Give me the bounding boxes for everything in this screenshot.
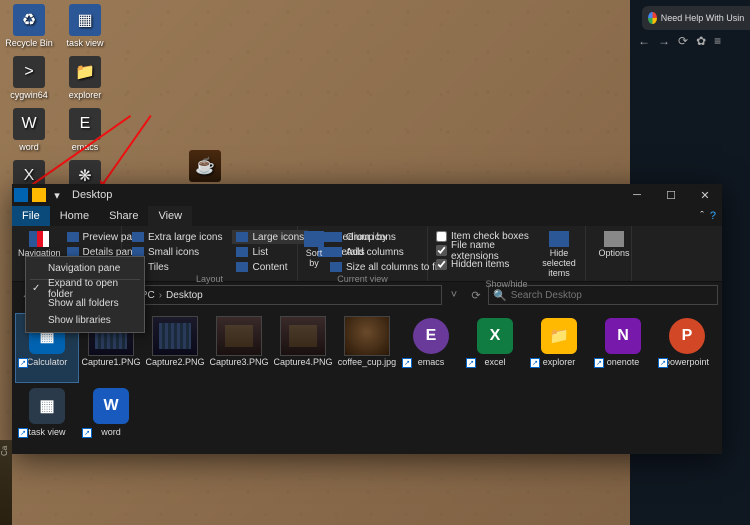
chrome-toolbar: ← → ⟳ ✿ ≡ <box>632 30 750 52</box>
hidden-items-toggle[interactable]: Hidden items <box>434 258 537 271</box>
minimize-button[interactable]: ─ <box>620 184 654 206</box>
file-item-label: emacs <box>418 358 445 368</box>
shortcut-overlay-icon: ↗ <box>18 358 28 368</box>
file-item-label: excel <box>484 358 505 368</box>
desktop-icon[interactable]: 📁 explorer <box>60 56 110 100</box>
titlebar[interactable]: ▾ Desktop ─ ☐ ✕ <box>12 184 722 206</box>
file-item-label: Capture3.PNG <box>209 358 268 368</box>
file-item[interactable]: W↗word <box>80 384 142 452</box>
shortcut-overlay-icon: ↗ <box>594 358 604 368</box>
file-item-label: explorer <box>543 358 576 368</box>
file-item-label: task view <box>28 428 65 438</box>
window-edge-left: Ca <box>0 440 12 525</box>
file-item[interactable]: 📁↗explorer <box>528 314 590 382</box>
ribbon-group-label: Layout <box>128 274 291 284</box>
desktop-icon[interactable]: > cygwin64 <box>4 56 54 100</box>
sort-by-button[interactable]: Sort by <box>304 228 324 274</box>
maximize-button[interactable]: ☐ <box>654 184 688 206</box>
file-item-label: coffee_cup.jpg <box>338 358 396 368</box>
hide-selected-button[interactable]: Hide selected items <box>539 228 579 279</box>
file-item[interactable]: N↗onenote <box>592 314 654 382</box>
layout-xl-icons[interactable]: Extra large icons <box>128 230 226 244</box>
ribbon-group-label: Current view <box>304 274 421 284</box>
dropdown-icon[interactable]: ˅ <box>444 289 464 301</box>
collapse-ribbon-icon[interactable]: ˆ <box>700 210 704 222</box>
file-item[interactable]: Capture4.PNG <box>272 314 334 382</box>
chrome-favicon <box>648 12 657 24</box>
search-input[interactable] <box>511 290 713 301</box>
ribbon-group-label: Show/hide <box>434 279 579 289</box>
shortcut-overlay-icon: ↗ <box>658 358 668 368</box>
tab-file[interactable]: File <box>12 206 50 226</box>
desktop-icon-label: cygwin64 <box>10 90 48 100</box>
desktop-glyph-icon: ♻ <box>13 4 45 36</box>
file-item[interactable]: X↗excel <box>464 314 526 382</box>
breadcrumb[interactable]: 💻 › PC › Desktop <box>112 285 442 305</box>
dropdown-nav-pane[interactable]: Navigation pane <box>26 260 144 277</box>
file-item[interactable]: E↗emacs <box>400 314 462 382</box>
desktop-glyph-icon: E <box>69 108 101 140</box>
desktop-icon-label: Recycle Bin <box>5 38 53 48</box>
help-icon[interactable]: ? <box>710 210 716 222</box>
file-item-label: Capture1.PNG <box>81 358 140 368</box>
desktop-glyph-icon: W <box>13 108 45 140</box>
shortcut-overlay-icon: ↗ <box>466 358 476 368</box>
layout-list[interactable]: List <box>232 245 308 259</box>
desktop-icon-label: word <box>19 142 39 152</box>
desktop-icon[interactable]: ♻ Recycle Bin <box>4 4 54 48</box>
file-item-label: Calculator <box>27 358 68 368</box>
file-extensions-toggle[interactable]: File name extensions <box>434 244 537 257</box>
shortcut-overlay-icon: ↗ <box>18 428 28 438</box>
shortcut-overlay-icon: ↗ <box>402 358 412 368</box>
back-icon[interactable]: ← <box>638 34 650 48</box>
ribbon-tabs: File Home Share View ˆ ? <box>12 206 722 226</box>
shortcut-overlay-icon: ↗ <box>82 428 92 438</box>
file-item[interactable]: Capture3.PNG <box>208 314 270 382</box>
qat-icon[interactable] <box>32 188 46 202</box>
refresh-icon[interactable]: ⟳ <box>678 34 688 48</box>
add-columns-button[interactable]: Add columns <box>326 245 444 259</box>
chrome-tab-title: Need Help With Using File E <box>661 13 744 23</box>
tab-home[interactable]: Home <box>50 206 99 226</box>
desktop-icon[interactable]: ▦ task view <box>60 4 110 48</box>
tab-view[interactable]: View <box>148 206 192 226</box>
dropdown-show-all-folders[interactable]: Show all folders <box>26 295 144 312</box>
desktop-icon-label: explorer <box>69 90 102 100</box>
file-item[interactable]: Capture2.PNG <box>144 314 206 382</box>
menu-icon[interactable]: ≡ <box>714 34 721 48</box>
qat-dropdown-icon[interactable]: ▾ <box>50 188 64 202</box>
options-button[interactable]: Options <box>592 228 636 259</box>
desktop-glyph-icon: > <box>13 56 45 88</box>
desktop-icon-label: task view <box>66 38 103 48</box>
file-item-label: Capture4.PNG <box>273 358 332 368</box>
desktop-icon[interactable]: Wword <box>4 108 54 152</box>
file-item-label: powerpoint <box>665 358 709 368</box>
file-item[interactable]: coffee_cup.jpg <box>336 314 398 382</box>
app-icon <box>14 188 28 202</box>
refresh-button[interactable]: ⟳ <box>466 289 486 302</box>
search-icon: 🔍 <box>493 289 507 302</box>
group-by-button[interactable]: Group by <box>326 230 444 244</box>
crumb-desktop[interactable]: Desktop <box>166 290 203 301</box>
file-item[interactable]: P↗powerpoint <box>656 314 718 382</box>
forward-icon[interactable]: → <box>658 34 670 48</box>
dropdown-expand-folder[interactable]: Expand to open folder <box>26 282 144 295</box>
navigation-pane-dropdown: Navigation pane Expand to open folder Sh… <box>25 256 145 333</box>
dropdown-show-libraries[interactable]: Show libraries <box>26 312 144 329</box>
layout-large-icons[interactable]: Large icons <box>232 230 308 244</box>
file-item-label: word <box>101 428 121 438</box>
layout-content[interactable]: Content <box>232 260 308 274</box>
extension-icon[interactable]: ✿ <box>696 34 706 48</box>
file-item-label: onenote <box>607 358 640 368</box>
close-button[interactable]: ✕ <box>688 184 722 206</box>
shortcut-overlay-icon: ↗ <box>530 358 540 368</box>
window-title: Desktop <box>72 189 112 201</box>
chrome-tab[interactable]: Need Help With Using File E <box>642 6 750 30</box>
file-item-label: Capture2.PNG <box>145 358 204 368</box>
tab-share[interactable]: Share <box>99 206 148 226</box>
desktop-glyph-icon: 📁 <box>69 56 101 88</box>
file-item[interactable]: ▦↗task view <box>16 384 78 452</box>
size-columns-button[interactable]: Size all columns to fit <box>326 260 444 274</box>
desktop-glyph-icon: ▦ <box>69 4 101 36</box>
